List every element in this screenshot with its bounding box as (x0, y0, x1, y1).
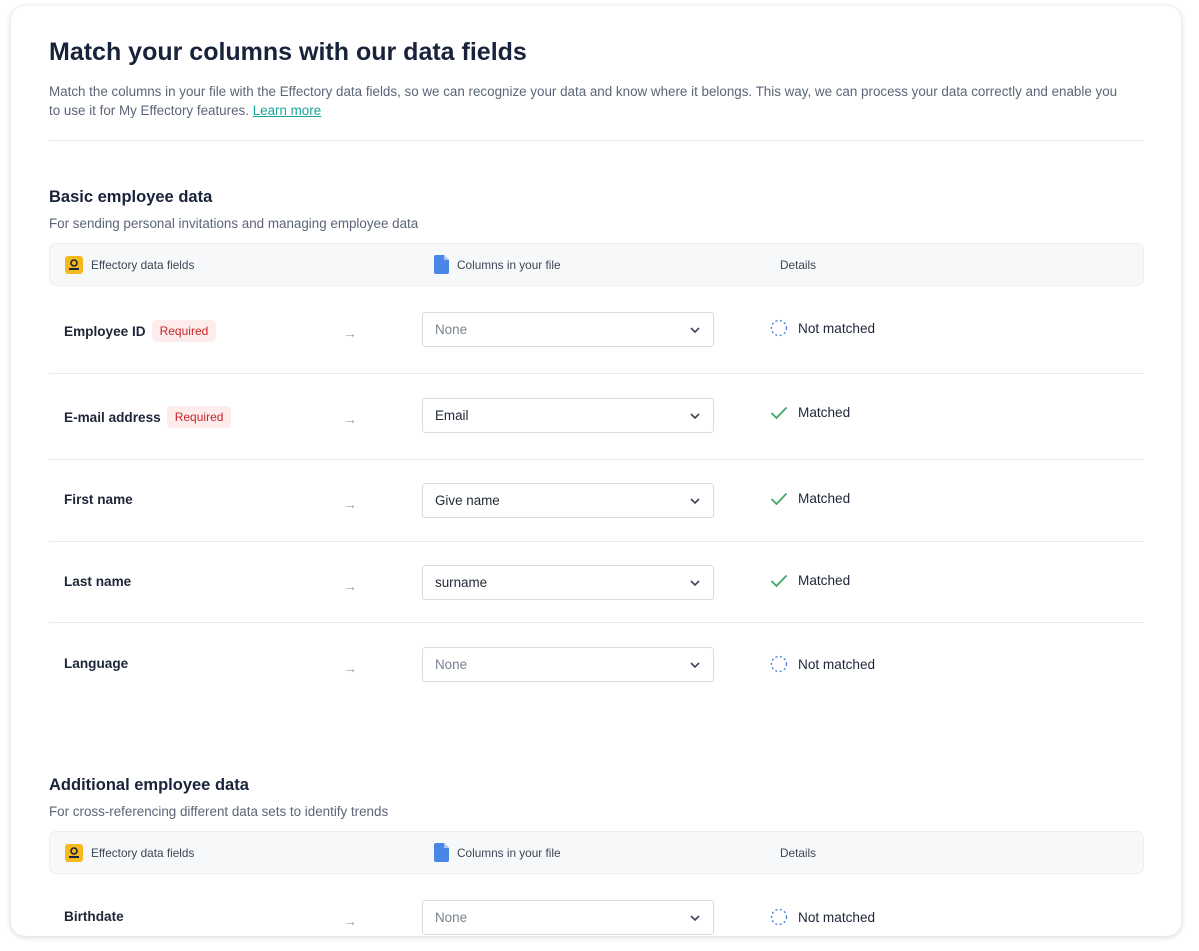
select-value: None (435, 322, 468, 337)
column-header-details: Details (780, 845, 817, 860)
intro-text: Match the columns in your file with the … (49, 82, 1129, 120)
user-badge-icon (65, 843, 83, 862)
column-header-file: Columns in your file (434, 244, 561, 285)
status-cell: Not matched (769, 319, 875, 337)
check-icon (769, 574, 789, 588)
chevron-down-icon (689, 324, 701, 339)
arrow-right-icon: → (343, 411, 357, 427)
chevron-down-icon (689, 912, 701, 927)
status-text: Matched (798, 491, 851, 506)
column-header-fields: Effectory data fields (65, 244, 194, 285)
column-select[interactable]: surname (422, 565, 714, 600)
status-text: Not matched (798, 909, 876, 925)
field-cell: Employee ID Required (64, 320, 217, 342)
chevron-down-icon (689, 410, 701, 425)
section-subtitle-additional: For cross-referencing different data set… (49, 804, 389, 819)
column-select[interactable]: Give name (422, 483, 714, 518)
check-icon (769, 492, 789, 506)
arrow-right-icon: → (343, 913, 357, 929)
file-icon (434, 255, 449, 274)
row-divider (49, 541, 1144, 542)
field-cell: First name (64, 492, 133, 507)
status-text: Matched (798, 405, 851, 420)
column-header-file: Columns in your file (434, 832, 561, 873)
status-text: Matched (798, 573, 851, 588)
column-header-fields-label: Effectory data fields (91, 845, 195, 860)
status-cell: Not matched (769, 655, 875, 673)
page-title: Match your columns with our data fields (49, 38, 527, 66)
select-value: None (435, 910, 468, 925)
section-title-additional: Additional employee data (49, 776, 249, 794)
match-columns-card: Match your columns with our data fields … (11, 6, 1181, 936)
dashed-circle-icon (769, 319, 789, 337)
column-select[interactable]: Email (422, 398, 714, 433)
chevron-down-icon (689, 659, 701, 674)
status-cell: Matched (769, 405, 850, 420)
select-value: Give name (435, 493, 500, 508)
intro-body: Match the columns in your file with the … (49, 84, 1118, 118)
field-cell: E-mail address Required (64, 406, 232, 428)
learn-more-link[interactable]: Learn more (253, 103, 321, 118)
field-name: Birthdate (64, 909, 124, 924)
file-icon (434, 843, 449, 862)
row-divider (49, 373, 1144, 374)
arrow-right-icon: → (343, 660, 357, 676)
field-name: Language (64, 656, 129, 671)
header-divider (49, 140, 1144, 141)
required-badge: Required (166, 406, 232, 428)
status-cell: Not matched (769, 908, 875, 926)
arrow-right-icon: → (343, 578, 357, 594)
select-value: surname (435, 575, 488, 590)
arrow-right-icon: → (343, 325, 357, 341)
field-cell: Language (64, 656, 128, 671)
select-value: Email (435, 408, 469, 423)
section-subtitle-basic: For sending personal invitations and man… (49, 216, 419, 231)
status-text: Not matched (798, 656, 876, 672)
column-select[interactable]: None (422, 900, 714, 935)
arrow-right-icon: → (343, 496, 357, 512)
field-name: Last name (64, 574, 132, 589)
check-icon (769, 406, 789, 420)
dashed-circle-icon (769, 655, 789, 673)
field-name: First name (64, 492, 133, 507)
select-value: None (435, 657, 468, 672)
required-badge: Required (151, 320, 217, 342)
column-header-fields-label: Effectory data fields (91, 257, 195, 272)
table-header-additional: Effectory data fields Columns in your fi… (49, 831, 1144, 874)
status-text: Not matched (798, 320, 876, 336)
column-header-file-label: Columns in your file (457, 257, 561, 272)
row-divider (49, 622, 1144, 623)
column-header-details: Details (780, 257, 817, 272)
field-name: E-mail address (64, 409, 161, 425)
column-header-file-label: Columns in your file (457, 845, 561, 860)
column-select[interactable]: None (422, 647, 714, 682)
status-cell: Matched (769, 491, 850, 506)
table-header-basic: Effectory data fields Columns in your fi… (49, 243, 1144, 286)
section-title-basic: Basic employee data (49, 188, 213, 206)
column-header-fields: Effectory data fields (65, 832, 194, 873)
field-name: Employee ID (64, 323, 146, 339)
chevron-down-icon (689, 577, 701, 592)
dashed-circle-icon (769, 908, 789, 926)
column-select[interactable]: None (422, 312, 714, 347)
user-badge-icon (65, 255, 83, 274)
status-cell: Matched (769, 573, 850, 588)
chevron-down-icon (689, 495, 701, 510)
field-cell: Last name (64, 574, 131, 589)
row-divider (49, 459, 1144, 460)
field-cell: Birthdate (64, 909, 124, 924)
